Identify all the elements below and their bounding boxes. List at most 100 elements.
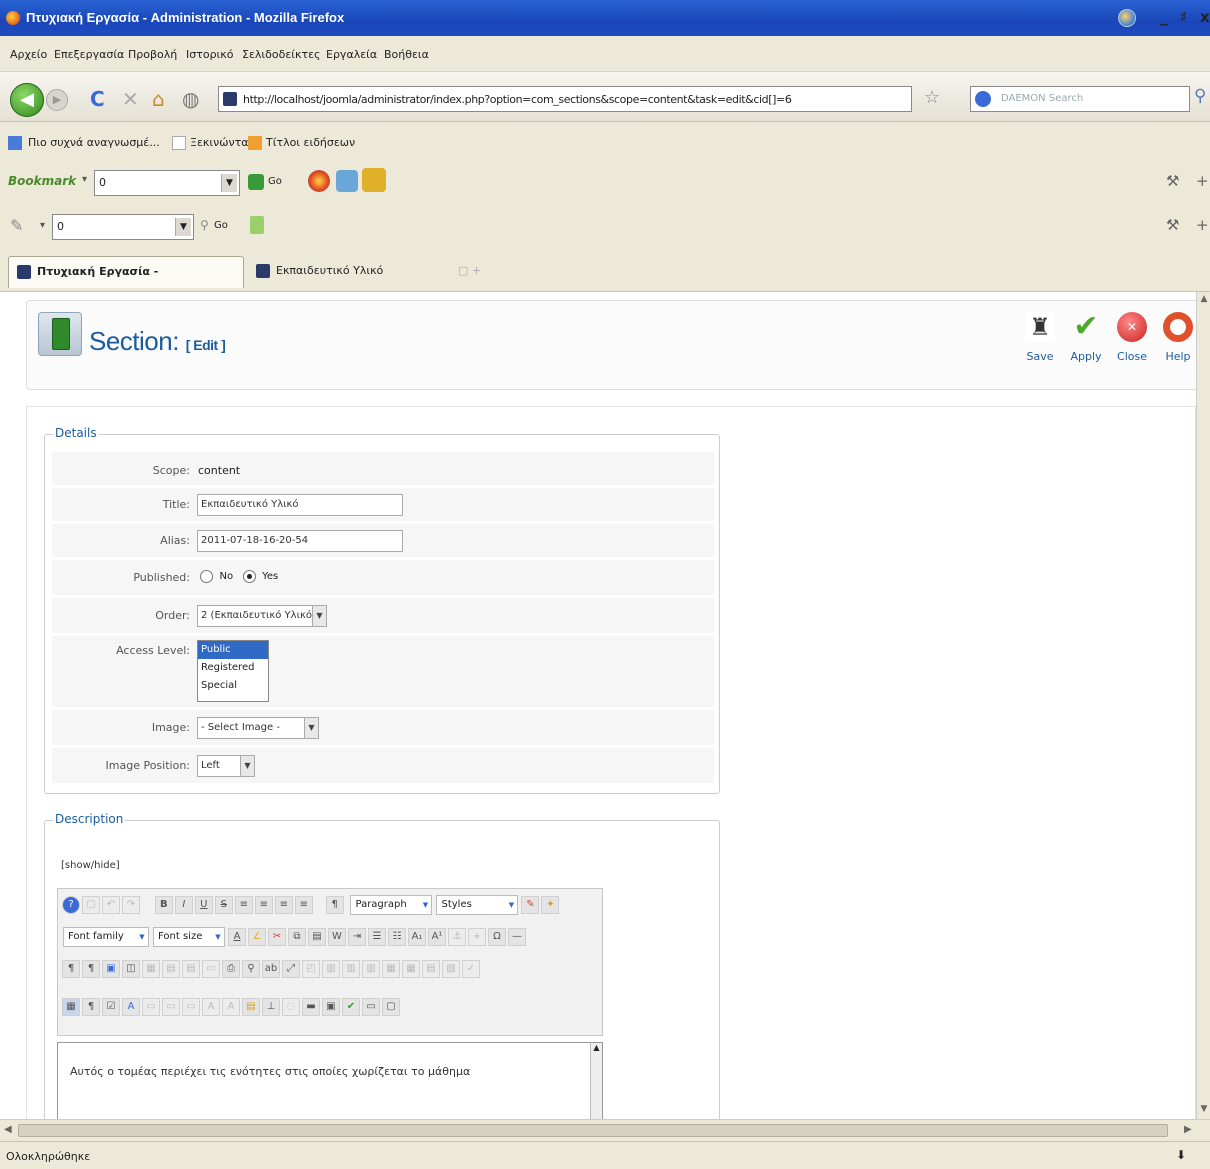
align-right-icon[interactable]: ≡ [274, 896, 293, 914]
pagebreak-icon[interactable]: ◌ [282, 998, 300, 1016]
undo-icon[interactable]: ↶ [102, 896, 120, 914]
chevron-down-icon[interactable]: ▼ [304, 718, 318, 738]
tab-educational-material[interactable]: Εκπαιδευτικό Υλικό [248, 256, 448, 288]
reload-icon[interactable]: C [90, 87, 105, 111]
find-icon[interactable]: ⚲ [242, 960, 260, 978]
save-button[interactable]: ♜ Save [1020, 312, 1060, 382]
broom-icon[interactable]: ✦ [541, 896, 560, 914]
new-tab-icon[interactable]: ▢ + [458, 264, 481, 277]
go-button[interactable]: Go [268, 176, 282, 187]
cite-icon[interactable]: ▭ [182, 998, 200, 1016]
access-option-special[interactable]: Special [198, 677, 268, 695]
minimize-button[interactable]: _ [1160, 8, 1168, 26]
site-identity-icon[interactable]: ◍ [182, 87, 199, 111]
format-icon[interactable]: ¶ [325, 896, 344, 914]
access-level-list[interactable]: Public Registered Special [197, 640, 269, 702]
del-col-icon[interactable]: ▥ [362, 960, 380, 978]
document-icon[interactable] [250, 216, 264, 234]
new-document-icon[interactable]: ▢ [82, 896, 100, 914]
indent-icon[interactable]: ⇥ [348, 928, 366, 946]
menu-edit[interactable]: Επεξεργασία [54, 48, 124, 61]
chevron-down-icon[interactable]: ▼ [240, 756, 254, 776]
search-engine-icon[interactable] [975, 91, 991, 107]
addon-menu-arrow-icon[interactable]: ▾ [40, 220, 45, 231]
merge-cells-icon[interactable]: ▦ [402, 960, 420, 978]
scroll-left-icon[interactable]: ◀ [4, 1124, 12, 1135]
search-icon[interactable]: ⚲ [200, 218, 209, 232]
paste-icon[interactable]: ▤ [308, 928, 326, 946]
title-input[interactable]: Εκπαιδευτικό Υλικό [197, 494, 403, 516]
order-select[interactable]: 2 (Εκπαιδευτικό Υλικό) ▼ [197, 605, 327, 627]
chevron-down-icon[interactable]: ▼ [419, 896, 431, 914]
close-button[interactable]: ✕ Close [1112, 312, 1152, 382]
cut-icon[interactable]: ✂ [268, 928, 286, 946]
row-props-icon[interactable]: ▤ [162, 960, 180, 978]
forward-button[interactable]: ▶ [46, 89, 68, 111]
col-before-icon[interactable]: ▥ [322, 960, 340, 978]
subscript-icon[interactable]: A₁ [408, 928, 426, 946]
menu-history[interactable]: Ιστορικό [186, 48, 234, 61]
justify-icon[interactable]: ≡ [294, 896, 313, 914]
redo-icon[interactable]: ↷ [122, 896, 140, 914]
nonbreaking-icon[interactable]: ⊥ [262, 998, 280, 1016]
visual-aid-icon[interactable]: ▧ [442, 960, 460, 978]
paragraph-mark-icon[interactable]: ¶ [82, 998, 100, 1016]
menu-help[interactable]: Βοήθεια [384, 48, 429, 61]
editor-scrollbar[interactable]: ▲ [590, 1043, 602, 1119]
download-icon[interactable]: ⬇ [1176, 1148, 1186, 1162]
superscript-icon[interactable]: A¹ [428, 928, 446, 946]
chrome-icon[interactable] [308, 170, 330, 192]
split-cells-icon[interactable]: ▦ [382, 960, 400, 978]
del-row-icon[interactable]: ▤ [422, 960, 440, 978]
media-icon[interactable]: ◫ [122, 960, 140, 978]
about-icon[interactable]: ? [62, 896, 80, 914]
addon-star-icon[interactable] [362, 168, 386, 192]
scroll-down-icon[interactable]: ▼ [1198, 1104, 1210, 1114]
menu-tools[interactable]: Εργαλεία [326, 48, 377, 61]
search-go-icon[interactable]: ⚲ [1194, 86, 1206, 106]
bookmark-headlines[interactable]: Τίτλοι ειδήσεων [266, 136, 355, 149]
page-horizontal-scrollbar[interactable]: ◀ ▶ [0, 1119, 1210, 1141]
align-left-icon[interactable]: ≡ [234, 896, 253, 914]
acronym-icon[interactable]: ▭ [162, 998, 180, 1016]
stop-icon[interactable]: ✕ [122, 87, 139, 111]
text-color-icon[interactable]: A [228, 928, 246, 946]
fullscreen-icon[interactable]: ⤢ [282, 960, 300, 978]
blockquote-icon[interactable]: ▣ [322, 998, 340, 1016]
bullet-list-icon[interactable]: ☰ [368, 928, 386, 946]
image-insert-icon[interactable]: ▣ [102, 960, 120, 978]
chevron-down-icon[interactable]: ▼ [312, 606, 326, 626]
scroll-up-icon[interactable]: ▲ [1198, 294, 1210, 304]
addon-logo-icon[interactable]: ✎ [10, 216, 23, 235]
menu-bookmarks[interactable]: Σελιδοδείκτες [242, 48, 321, 61]
bookmark-star-icon[interactable]: ☆ [924, 87, 940, 108]
italic-icon[interactable]: I [174, 896, 193, 914]
strikethrough-icon[interactable]: S [214, 896, 233, 914]
maximize-button[interactable]: ♯ [1180, 8, 1187, 26]
scroll-right-icon[interactable]: ▶ [1184, 1124, 1192, 1135]
access-option-registered[interactable]: Registered [198, 659, 268, 677]
numbered-list-icon[interactable]: ☷ [388, 928, 406, 946]
special-char-icon[interactable]: Ω [488, 928, 506, 946]
menu-view[interactable]: Προβολή [128, 48, 177, 61]
show-hide-link[interactable]: [show/hide] [61, 860, 120, 871]
bold-icon[interactable]: B [154, 896, 173, 914]
chevron-down-icon[interactable]: ▼ [136, 928, 148, 946]
checkbox-icon[interactable]: ☑ [102, 998, 120, 1016]
page-vertical-scrollbar[interactable]: ▲ ▼ [1196, 292, 1210, 1119]
chevron-down-icon[interactable]: ▼ [221, 174, 237, 192]
visual-chars-icon[interactable]: ▦ [62, 998, 80, 1016]
insert-row-icon[interactable]: ▭ [202, 960, 220, 978]
horizontal-rule-icon[interactable]: — [508, 928, 526, 946]
tab-administration[interactable]: Πτυχιακή Εργασία - Administrationx [8, 256, 244, 309]
format-select[interactable]: Paragraph ▼ [350, 895, 433, 915]
code-icon[interactable]: ▢ [382, 998, 400, 1016]
highlight-icon[interactable]: ∠ [248, 928, 266, 946]
ins-icon[interactable]: A [222, 998, 240, 1016]
del-icon[interactable]: A [202, 998, 220, 1016]
add-icon[interactable]: + [1196, 216, 1209, 234]
ltr-icon[interactable]: ¶ [62, 960, 80, 978]
avatar-icon[interactable] [336, 170, 358, 192]
bookmark-getting-started[interactable]: Ξεκινώντας [190, 136, 255, 149]
chevron-down-icon[interactable]: ▼ [212, 928, 224, 946]
